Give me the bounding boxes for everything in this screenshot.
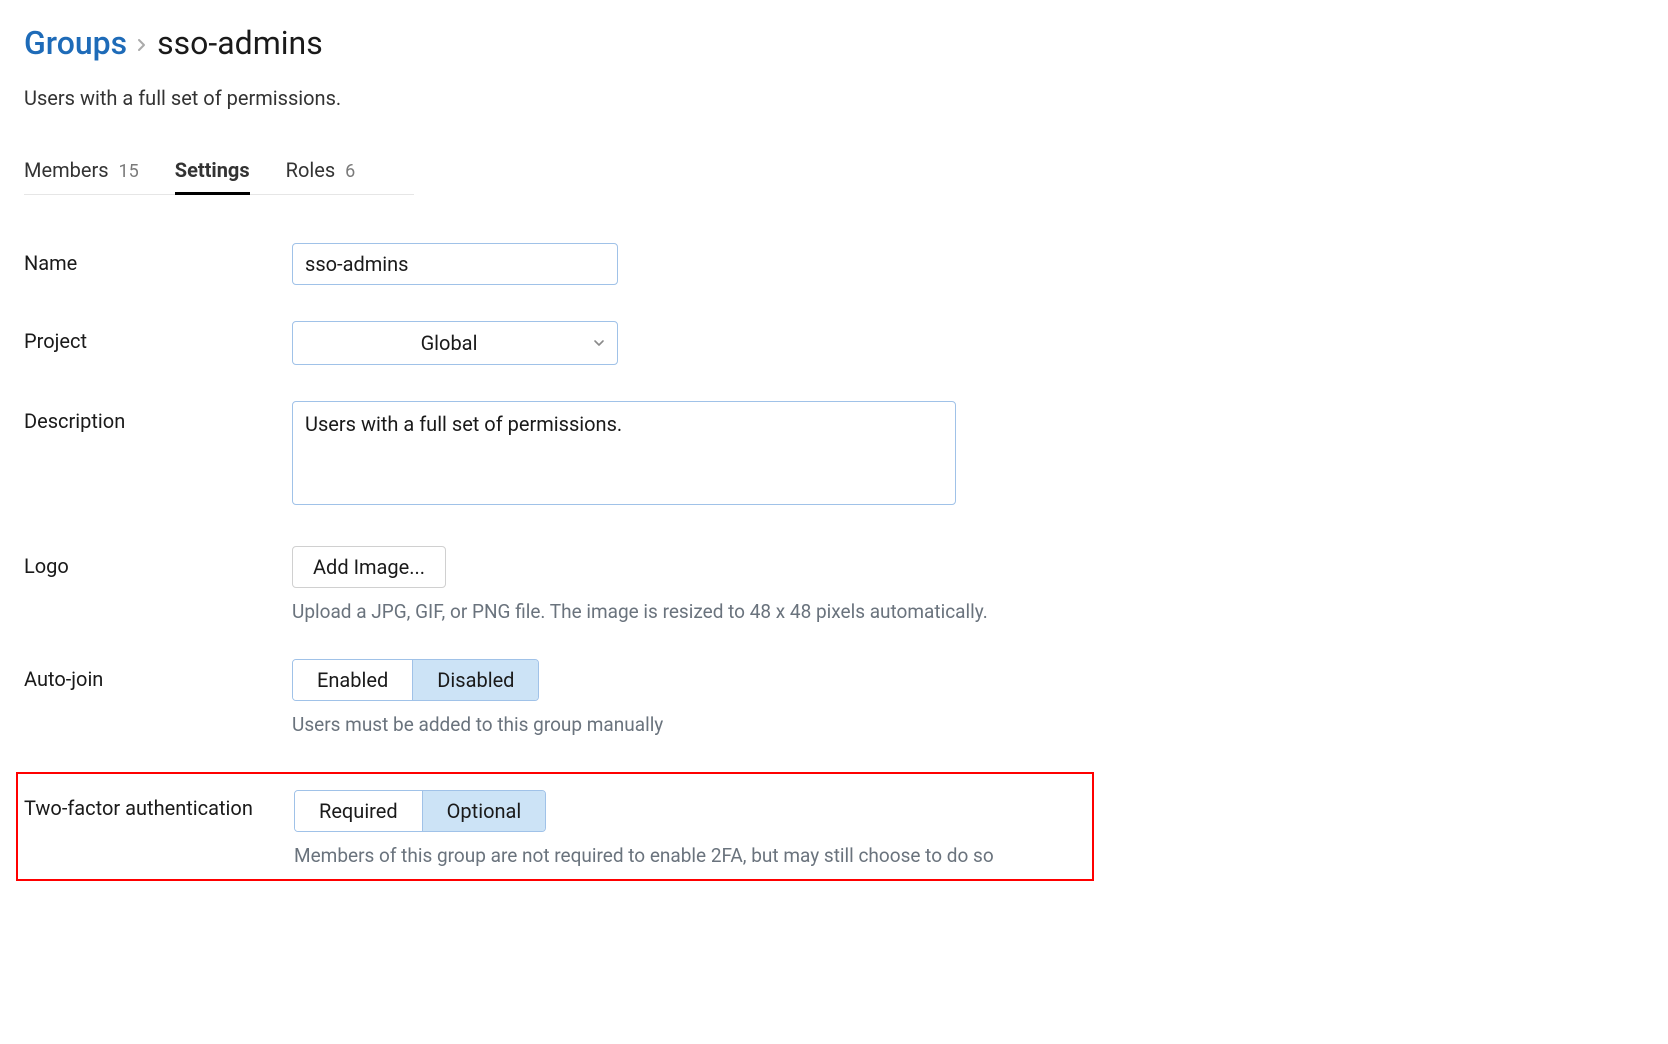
tab-settings-label: Settings [175, 158, 250, 182]
form-row-logo: Logo Add Image... Upload a JPG, GIF, or … [24, 546, 1644, 623]
autojoin-toggle: Enabled Disabled [292, 659, 539, 701]
name-label: Name [24, 243, 292, 275]
breadcrumb-groups-link[interactable]: Groups [24, 24, 127, 62]
description-textarea[interactable]: Users with a full set of permissions. [292, 401, 956, 505]
chevron-right-icon [137, 33, 147, 57]
twofactor-required-button[interactable]: Required [295, 791, 423, 831]
twofactor-label: Two-factor authentication [24, 790, 294, 820]
breadcrumb: Groups sso-admins [24, 24, 1644, 62]
form-row-description: Description Users with a full set of per… [24, 401, 1644, 510]
group-description: Users with a full set of permissions. [24, 86, 1644, 110]
logo-help-text: Upload a JPG, GIF, or PNG file. The imag… [292, 600, 1644, 623]
form-row-project: Project Global [24, 321, 1644, 365]
autojoin-enabled-button[interactable]: Enabled [293, 660, 413, 700]
description-label: Description [24, 401, 292, 433]
project-label: Project [24, 321, 292, 353]
autojoin-label: Auto-join [24, 659, 292, 691]
project-select[interactable]: Global [292, 321, 618, 365]
twofactor-toggle: Required Optional [294, 790, 546, 832]
name-input[interactable] [292, 243, 618, 285]
tabs: Members 15 Settings Roles 6 [24, 158, 414, 195]
twofactor-help-text: Members of this group are not required t… [294, 844, 1086, 867]
chevron-down-icon [593, 334, 605, 352]
tab-members[interactable]: Members 15 [24, 158, 139, 194]
breadcrumb-current: sso-admins [157, 24, 323, 62]
logo-label: Logo [24, 546, 292, 578]
tab-settings[interactable]: Settings [175, 158, 250, 194]
autojoin-help-text: Users must be added to this group manual… [292, 713, 1644, 736]
tab-members-label: Members [24, 158, 109, 182]
project-select-value: Global [305, 330, 593, 356]
tab-roles-count: 6 [345, 161, 355, 182]
form-row-name: Name [24, 243, 1644, 285]
form-row-twofactor-highlighted: Two-factor authentication Required Optio… [16, 772, 1094, 881]
twofactor-optional-button[interactable]: Optional [423, 791, 546, 831]
tab-members-count: 15 [119, 161, 139, 182]
tab-roles[interactable]: Roles 6 [286, 158, 356, 194]
add-image-button[interactable]: Add Image... [292, 546, 446, 588]
form-row-autojoin: Auto-join Enabled Disabled Users must be… [24, 659, 1644, 736]
autojoin-disabled-button[interactable]: Disabled [413, 660, 538, 700]
tab-roles-label: Roles [286, 158, 336, 182]
